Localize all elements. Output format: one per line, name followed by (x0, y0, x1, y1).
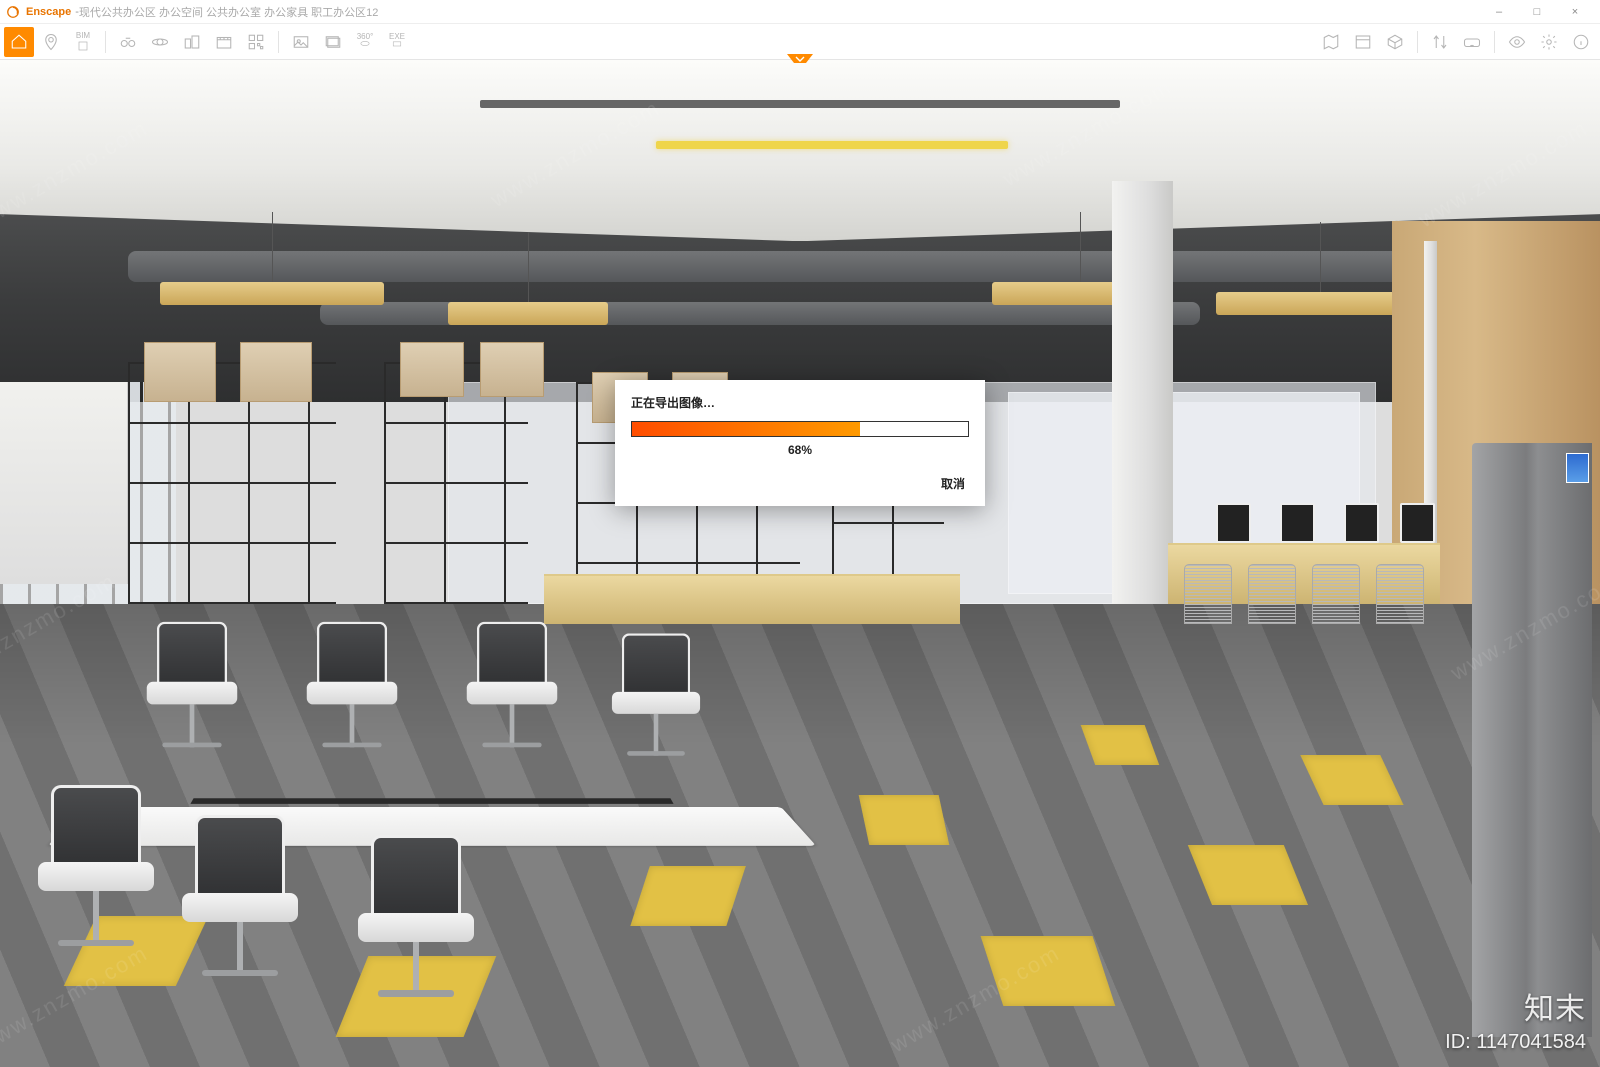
asset-library-button[interactable] (1348, 27, 1378, 57)
views-button[interactable] (1380, 27, 1410, 57)
app-name: Enscape (26, 6, 71, 18)
toolbar-right (1316, 27, 1596, 57)
binoculars-button[interactable] (113, 27, 143, 57)
document-title: 现代公共办公区 办公空间 公共办公室 办公家具 职工办公区12 (79, 4, 378, 20)
home-button[interactable] (4, 27, 34, 57)
export-batch-button[interactable] (318, 27, 348, 57)
render-scene: www.znzmo.com www.znzmo.com www.znzmo.co… (0, 60, 1600, 1067)
vr-button[interactable] (1457, 27, 1487, 57)
watermark-id: 知末 ID: 1147041584 (1445, 990, 1586, 1055)
info-button[interactable] (1566, 27, 1596, 57)
enscape-logo-icon (6, 5, 20, 19)
bim-button[interactable]: BIM (68, 27, 98, 57)
toolbar-separator (105, 31, 106, 53)
export-360-label: 360° (357, 33, 374, 41)
maximize-button[interactable]: □ (1518, 0, 1556, 24)
favorites-button[interactable] (36, 27, 66, 57)
watermark-brand: 知末 (1445, 990, 1586, 1029)
export-exe-button[interactable]: EXE (382, 27, 412, 57)
export-exe-label: EXE (389, 33, 405, 41)
export-progress-dialog: 正在导出图像… 68% 取消 (615, 380, 985, 506)
toolbar-separator (1494, 31, 1495, 53)
progress-bar (631, 421, 969, 437)
buildings-button[interactable] (177, 27, 207, 57)
compare-button[interactable] (1425, 27, 1455, 57)
export-360-button[interactable]: 360° (350, 27, 380, 57)
toolbar-left: BIM 360° EXE (4, 27, 412, 57)
collapse-toolbar-tab[interactable] (786, 54, 814, 64)
window-controls: – □ × (1480, 0, 1594, 24)
minimize-button[interactable]: – (1480, 0, 1518, 24)
visibility-button[interactable] (1502, 27, 1532, 57)
watermark-id-label: ID: 1147041584 (1445, 1029, 1586, 1055)
settings-button[interactable] (1534, 27, 1564, 57)
progress-percent: 68% (631, 443, 969, 457)
qr-button[interactable] (241, 27, 271, 57)
export-image-button[interactable] (286, 27, 316, 57)
toolbar: BIM 360° EXE (0, 24, 1600, 60)
toolbar-separator (278, 31, 279, 53)
minimap-button[interactable] (1316, 27, 1346, 57)
cancel-button[interactable]: 取消 (937, 471, 969, 496)
video-button[interactable] (209, 27, 239, 57)
close-button[interactable]: × (1556, 0, 1594, 24)
progress-fill (632, 422, 860, 436)
bim-label: BIM (76, 32, 90, 40)
render-viewport[interactable]: www.znzmo.com www.znzmo.com www.znzmo.co… (0, 60, 1600, 1067)
titlebar: Enscape - 现代公共办公区 办公空间 公共办公室 办公家具 职工办公区1… (0, 0, 1600, 24)
dialog-title: 正在导出图像… (631, 394, 969, 411)
orbit-button[interactable] (145, 27, 175, 57)
toolbar-separator (1417, 31, 1418, 53)
